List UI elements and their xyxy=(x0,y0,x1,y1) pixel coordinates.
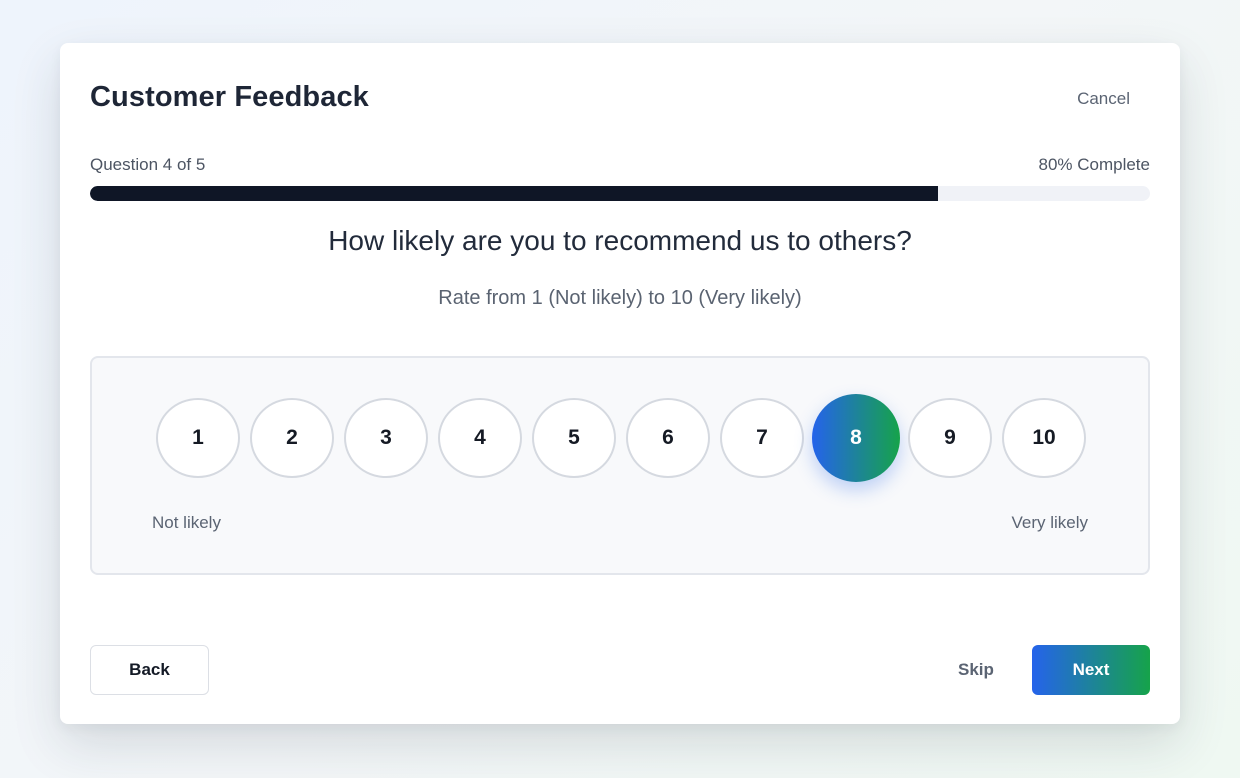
rating-option-8[interactable]: 8 xyxy=(812,394,900,482)
progress-bar-fill xyxy=(90,186,938,201)
rating-option-2[interactable]: 2 xyxy=(250,398,334,478)
cancel-button[interactable]: Cancel xyxy=(1077,89,1130,109)
rating-option-9[interactable]: 9 xyxy=(908,398,992,478)
rating-option-5[interactable]: 5 xyxy=(532,398,616,478)
scale-low-label: Not likely xyxy=(152,513,221,532)
progress-label: Question 4 of 5 xyxy=(90,155,206,174)
question-text: How likely are you to recommend us to ot… xyxy=(328,225,912,256)
rating-options: 1 2 3 4 5 6 7 8 9 10 xyxy=(92,358,1148,573)
survey-dialog: Customer Feedback Cancel Question 4 of 5… xyxy=(60,43,1180,724)
rating-option-7[interactable]: 7 xyxy=(720,398,804,478)
rating-option-6[interactable]: 6 xyxy=(626,398,710,478)
rating-option-3[interactable]: 3 xyxy=(344,398,428,478)
rating-option-4[interactable]: 4 xyxy=(438,398,522,478)
rating-option-1[interactable]: 1 xyxy=(156,398,240,478)
rating-option-10[interactable]: 10 xyxy=(1002,398,1086,478)
rating-scale: 1 2 3 4 5 6 7 8 9 10 Not likely Very likely xyxy=(90,356,1150,575)
scale-high-label: Very likely xyxy=(1011,513,1088,532)
back-button[interactable]: Back xyxy=(90,645,209,695)
progress-bar xyxy=(90,186,1150,201)
skip-button[interactable]: Skip xyxy=(958,660,994,680)
next-button[interactable]: Next xyxy=(1032,645,1150,695)
question-subtitle: Rate from 1 (Not likely) to 10 (Very lik… xyxy=(438,287,802,309)
survey-title: Customer Feedback xyxy=(90,81,369,113)
progress-percent: 80% Complete xyxy=(1038,155,1150,174)
